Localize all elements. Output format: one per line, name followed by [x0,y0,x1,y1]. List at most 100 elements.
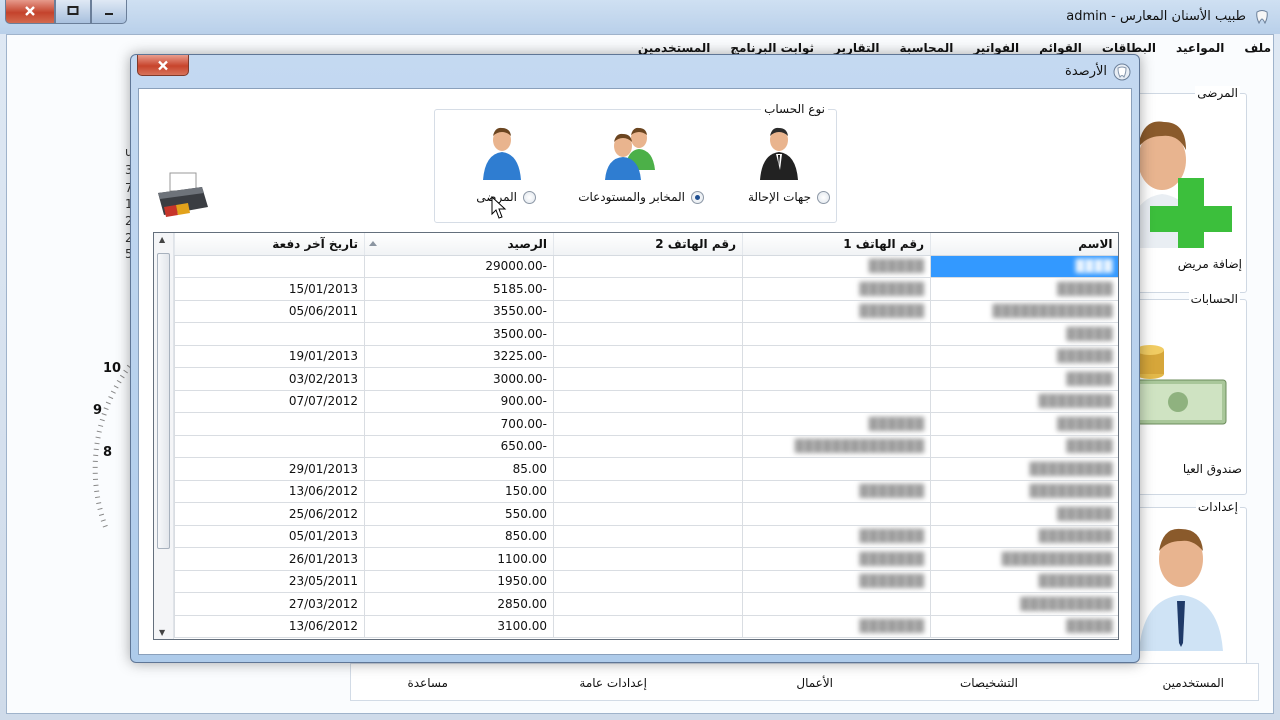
cell-phone2[interactable] [553,615,743,638]
menu-file[interactable]: ملف [1244,41,1271,55]
cell-name[interactable]: █████ [930,615,1118,638]
table-row[interactable]: ██████ 550.00 25/06/2012 [174,502,1118,526]
cell-balance[interactable]: 3500.00- [364,322,554,346]
cell-date[interactable]: 05/06/2011 [174,300,365,323]
cell-name[interactable]: ████████████ [930,547,1118,571]
menu-program-constants[interactable]: ثوابت البرنامج [730,41,814,55]
cell-balance[interactable]: 850.00 [364,525,554,548]
table-row[interactable]: ██████████ 2850.00 27/03/2012 [174,592,1118,616]
cell-balance[interactable]: 900.00- [364,390,554,413]
cell-phone2[interactable] [553,255,743,278]
cell-date[interactable]: 07/07/2012 [174,390,365,413]
radio-referral-entities-button[interactable] [817,190,830,204]
cell-name[interactable]: █████████ [930,457,1118,481]
cell-phone1[interactable]: ██████ [742,412,931,436]
cell-date[interactable] [174,435,365,458]
header-name[interactable]: الاسم [930,233,1118,256]
cell-phone2[interactable] [553,345,743,368]
bottom-users[interactable]: المستخدمين [1163,676,1224,690]
cell-balance[interactable]: 1950.00 [364,570,554,593]
cell-balance[interactable]: 700.00- [364,412,554,436]
bottom-help[interactable]: مساعدة [407,676,448,690]
radio-patients-button[interactable] [523,190,536,204]
cell-phone1[interactable] [742,502,931,526]
header-last-payment-date[interactable]: تاريخ آخر دفعة [174,233,365,256]
users-person-icon[interactable] [1133,523,1229,651]
cashbox-label[interactable]: صندوق العيا [1183,462,1242,476]
cell-phone2[interactable] [553,435,743,458]
cell-date[interactable]: 29/01/2013 [174,457,365,481]
cell-balance[interactable]: 85.00 [364,457,554,481]
cell-date[interactable]: 05/01/2013 [174,525,365,548]
cell-balance[interactable]: 29000.00- [364,255,554,278]
table-row[interactable]: █████ ███████ 3100.00 13/06/2012 [174,615,1118,638]
table-row[interactable]: ████████ ███████ 1950.00 23/05/2011 [174,570,1118,593]
cell-phone2[interactable] [553,300,743,323]
table-row[interactable]: █████ 3500.00- [174,322,1118,346]
cell-phone1[interactable]: ███████ [742,547,931,571]
cell-name[interactable]: ██████ [930,277,1118,301]
balances-grid[interactable]: ▲ ▼ الاسم رقم الهاتف 1 رقم الهاتف 2 الرص… [153,232,1119,640]
cell-phone1[interactable] [742,390,931,413]
menu-reports[interactable]: التقارير [834,41,880,55]
cell-phone2[interactable] [553,457,743,481]
cell-date[interactable]: 15/01/2013 [174,277,365,301]
cell-name[interactable]: █████████ [930,480,1118,503]
radio-labs-warehouses[interactable]: المخابر والمستودعات [578,190,704,204]
cell-phone1[interactable] [742,345,931,368]
cell-phone1[interactable]: ███████ [742,525,931,548]
cell-phone2[interactable] [553,277,743,301]
header-phone1[interactable]: رقم الهاتف 1 [742,233,931,256]
cell-date[interactable] [174,412,365,436]
header-phone2[interactable]: رقم الهاتف 2 [553,233,743,256]
table-row[interactable]: ████ ██████ 29000.00- [174,255,1118,278]
cell-date[interactable]: 13/06/2012 [174,480,365,503]
cell-name[interactable]: ██████ [930,502,1118,526]
cell-date[interactable] [174,255,365,278]
cell-phone2[interactable] [553,592,743,616]
cell-name[interactable]: █████ [930,435,1118,458]
cell-phone1[interactable] [742,322,931,346]
cell-date[interactable]: 03/02/2013 [174,367,365,391]
window-minimize-button[interactable] [91,0,127,24]
menu-lists[interactable]: القوائم [1039,41,1082,55]
menu-accounting[interactable]: المحاسبة [900,41,954,55]
cell-name[interactable]: █████████████ [930,300,1118,323]
cell-phone2[interactable] [553,547,743,571]
cell-phone1[interactable]: ███████ [742,277,931,301]
cell-phone1[interactable]: ██████ [742,255,931,278]
scroll-up-arrow-icon[interactable]: ▲ [159,235,165,244]
cell-phone1[interactable]: ███████ [742,570,931,593]
cell-phone2[interactable] [553,390,743,413]
cell-phone2[interactable] [553,570,743,593]
cell-phone2[interactable] [553,322,743,346]
cell-phone2[interactable] [553,502,743,526]
cell-date[interactable]: 25/06/2012 [174,502,365,526]
cell-phone1[interactable]: ███████ [742,480,931,503]
printer-icon[interactable] [154,171,210,221]
cell-name[interactable]: ████████ [930,525,1118,548]
cell-balance[interactable]: 2850.00 [364,592,554,616]
cell-name[interactable]: ██████ [930,345,1118,368]
bottom-works[interactable]: الأعمال [796,676,833,690]
cell-phone2[interactable] [553,367,743,391]
cell-name[interactable]: ████████ [930,390,1118,413]
table-row[interactable]: █████████████ ███████ 3550.00- 05/06/2011 [174,300,1118,323]
cell-date[interactable]: 26/01/2013 [174,547,365,571]
cell-name[interactable]: █████ [930,367,1118,391]
table-row[interactable]: ██████ ███████ 5185.00- 15/01/2013 [174,277,1118,301]
cell-phone1[interactable] [742,367,931,391]
cell-name[interactable]: █████ [930,322,1118,346]
cell-phone2[interactable] [553,480,743,503]
cell-date[interactable]: 19/01/2013 [174,345,365,368]
cell-balance[interactable]: 3000.00- [364,367,554,391]
cell-balance[interactable]: 3550.00- [364,300,554,323]
cell-phone2[interactable] [553,412,743,436]
window-maximize-button[interactable] [55,0,91,24]
vertical-scrollbar[interactable]: ▲ ▼ [154,233,174,639]
cell-balance[interactable]: 150.00 [364,480,554,503]
dialog-close-button[interactable] [137,55,189,76]
cell-balance[interactable]: 5185.00- [364,277,554,301]
cell-name[interactable]: ██████████ [930,592,1118,616]
cell-name[interactable]: ████ [930,255,1118,278]
